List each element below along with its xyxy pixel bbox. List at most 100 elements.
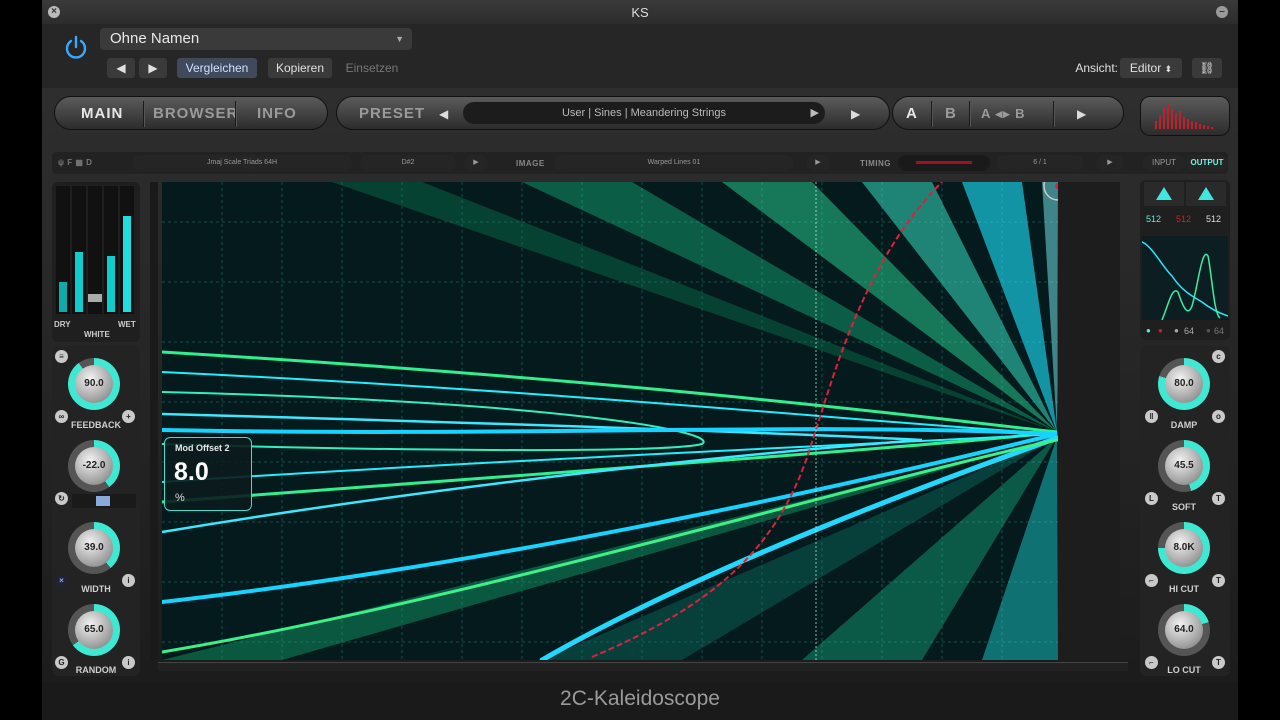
mix-panel: DRY WHITE WET	[52, 182, 140, 342]
l-icon[interactable]: L	[1145, 492, 1158, 505]
image-select[interactable]: Warped Lines 01	[554, 155, 794, 171]
power-icon[interactable]	[62, 34, 90, 62]
hi-cut-knob[interactable]: 8.0K	[1158, 522, 1210, 574]
input-arrow-button[interactable]	[1144, 182, 1184, 206]
compare-button[interactable]: Vergleichen	[177, 58, 257, 78]
feedback-value: 90.0	[75, 365, 113, 403]
feedback-knob[interactable]: 90.0	[68, 358, 120, 410]
preset-next-icon[interactable]: ▶	[851, 107, 860, 121]
spectrum-graph	[1142, 236, 1228, 320]
preset-path[interactable]: User | Sines | Meandering Strings ▶	[463, 102, 825, 124]
soft-knob[interactable]: 45.5	[1158, 440, 1210, 492]
preset-name-select[interactable]: Ohne Namen ▼	[100, 28, 412, 50]
tab-main[interactable]: MAIN	[81, 97, 123, 131]
display-scrollbar[interactable]	[1058, 182, 1120, 660]
visualizer-display[interactable]	[162, 182, 1058, 660]
lo-cut-label: LO CUT	[1167, 665, 1201, 675]
analyzer-panel: 512 512 512 ● ● ● 64 ● 64	[1140, 180, 1230, 340]
random-knob[interactable]: 65.0	[68, 604, 120, 656]
image-play-button[interactable]: ▶	[806, 155, 830, 171]
key-select[interactable]: D#2	[360, 155, 456, 171]
spectrum-mini-button[interactable]	[1140, 96, 1230, 136]
random-label: RANDOM	[75, 665, 117, 675]
cycle-icon[interactable]: c	[1212, 350, 1225, 363]
divider	[1053, 101, 1055, 127]
copy-button[interactable]: Kopieren	[268, 58, 332, 78]
pitch-knob[interactable]: -22.0	[68, 440, 120, 492]
divider	[969, 101, 971, 127]
key-play-button[interactable]: ▶	[464, 155, 488, 171]
random-value: 65.0	[75, 611, 113, 649]
preset-a-button[interactable]: A	[906, 97, 918, 131]
wet-meter[interactable]	[120, 186, 134, 314]
add-icon[interactable]: +	[122, 410, 135, 423]
display-left-edge	[150, 182, 158, 660]
lo-cut-value: 64.0	[1165, 611, 1203, 649]
timing-play-button[interactable]: ▶	[1096, 155, 1124, 171]
timing-meter-fill	[916, 161, 972, 164]
t-icon[interactable]: T	[1212, 574, 1225, 587]
next-preset-button[interactable]: ▶	[139, 58, 167, 78]
plugin-footer: 2C-Kaleidoscope	[42, 682, 1238, 720]
white-slider-handle[interactable]	[88, 294, 102, 302]
wet-label: WET	[118, 320, 136, 329]
view-label: Ansicht:	[1075, 61, 1118, 75]
divider	[931, 101, 933, 127]
soft-value: 45.5	[1165, 447, 1203, 485]
dark-dot-icon: ●	[1206, 326, 1211, 335]
link-icon[interactable]: ⛓	[1192, 58, 1222, 78]
mod-offset-bar[interactable]	[72, 494, 136, 508]
slope-icon[interactable]: ⌐	[1145, 574, 1158, 587]
view-select[interactable]: Editor ⬍	[1120, 58, 1182, 78]
close-x-icon[interactable]: ×	[55, 574, 68, 587]
hi-cut-label: HI CUT	[1169, 584, 1199, 594]
info-icon[interactable]: i	[122, 574, 135, 587]
damp-knob[interactable]: 80.0	[1158, 358, 1210, 410]
t-icon[interactable]: T	[1212, 656, 1225, 669]
feedback-label: FEEDBACK	[70, 420, 121, 430]
ab-swap-button[interactable]: A ◂▸ B	[981, 97, 1026, 131]
t-icon[interactable]: T	[1212, 492, 1225, 505]
scale-icons: ψ F ▦ D	[58, 158, 93, 167]
tab-info[interactable]: INFO	[257, 97, 297, 131]
cycle-icon[interactable]: ↻	[55, 492, 68, 505]
preset-name-value: Ohne Namen	[110, 30, 200, 47]
hi-cut-value: 8.0K	[1165, 529, 1203, 567]
bands-value-1: 64	[1184, 326, 1195, 336]
input-tab[interactable]: INPUT	[1142, 155, 1186, 171]
mod-offset-handle[interactable]	[96, 496, 110, 506]
preset-prev-icon[interactable]: ◀	[439, 107, 448, 121]
tooltip-unit: %	[175, 492, 185, 504]
menu-icon[interactable]: ≡	[55, 350, 68, 363]
white-label: WHITE	[84, 330, 110, 339]
tab-browser[interactable]: BROWSER	[153, 97, 238, 131]
info-icon[interactable]: i	[122, 656, 135, 669]
paste-button[interactable]: Einsetzen	[340, 58, 404, 78]
lo-cut-knob[interactable]: 64.0	[1158, 604, 1210, 656]
timing-select[interactable]: 6 / 1	[996, 155, 1084, 171]
image-label: IMAGE	[516, 159, 545, 168]
bars-icon[interactable]: ‖	[1145, 410, 1158, 423]
scale-select[interactable]: Jmaj Scale Triads 64H	[132, 155, 352, 171]
loop-icon[interactable]: ∞	[55, 410, 68, 423]
width-knob[interactable]: 39.0	[68, 522, 120, 574]
circle-icon[interactable]: o	[1212, 410, 1225, 423]
main-nav: MAIN BROWSER INFO	[54, 96, 328, 130]
timeline-ruler[interactable]	[158, 662, 1128, 671]
slope-icon[interactable]: ⌐	[1145, 656, 1158, 669]
reset-icon[interactable]: G	[55, 656, 68, 669]
play-icon[interactable]: ▶	[1077, 107, 1086, 121]
host-toolbar: Ohne Namen ▼ ◀ ▶ Vergleichen Kopieren Ei…	[42, 24, 1238, 88]
minimize-icon[interactable]: –	[1216, 6, 1228, 18]
bands-value-2: 64	[1214, 326, 1225, 336]
view-value: Editor	[1129, 61, 1162, 75]
output-arrow-button[interactable]	[1186, 182, 1226, 206]
output-tab[interactable]: OUTPUT	[1186, 155, 1228, 171]
triangle-up-icon	[1156, 187, 1172, 200]
ab-nav: A B A ◂▸ B ▶	[892, 96, 1124, 130]
previous-preset-button[interactable]: ◀	[107, 58, 135, 78]
key-value: D#2	[401, 159, 415, 166]
preset-b-button[interactable]: B	[945, 97, 957, 131]
preset-nav: PRESET ◀ User | Sines | Meandering Strin…	[336, 96, 890, 130]
white-slider[interactable]	[88, 186, 102, 314]
